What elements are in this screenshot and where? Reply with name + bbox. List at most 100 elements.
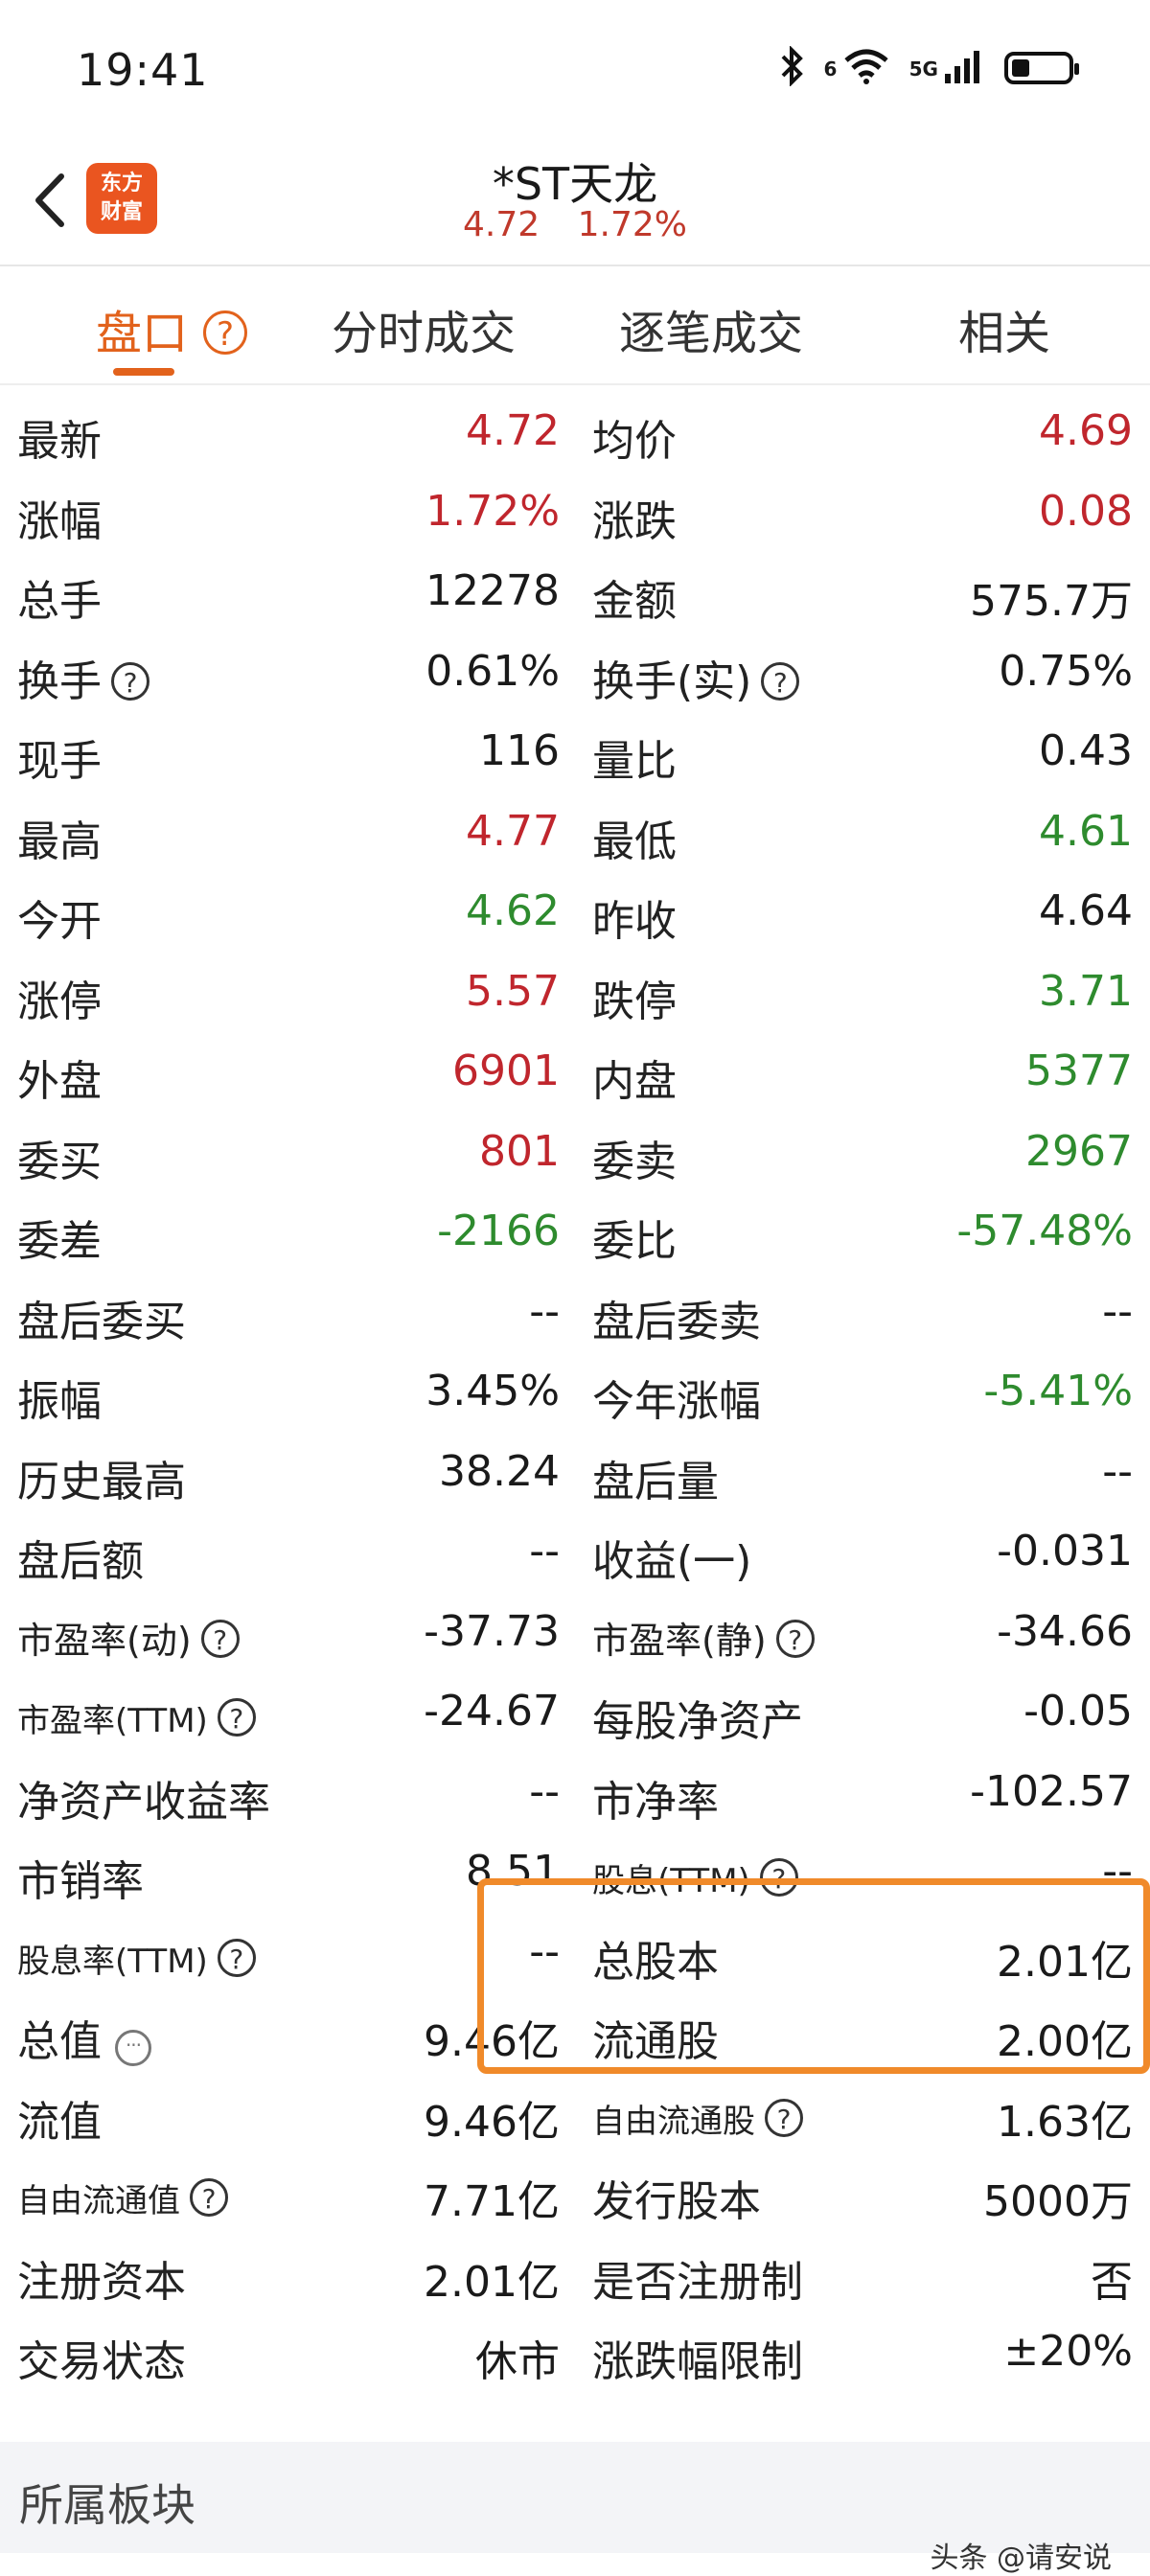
quote-value: 4.72 [466, 406, 560, 455]
quote-label: 委买 [17, 1137, 102, 1186]
quote-label: 委比 [592, 1217, 677, 1266]
quote-label: 净资产收益率 [17, 1777, 270, 1827]
quote-row: 最新 4.72 均价 4.69 [0, 391, 1150, 472]
quote-value: -102.57 [970, 1766, 1133, 1816]
quote-label-with-help: 市盈率(动)? [17, 1611, 240, 1664]
quote-value: 6901 [452, 1046, 560, 1095]
quote-value: ±20% [1003, 2327, 1133, 2376]
quote-value: 2.01亿 [424, 2257, 560, 2307]
quote-value: 801 [479, 1126, 560, 1176]
quote-row: 现手 116 量比 0.43 [0, 711, 1150, 792]
quote-value: 12278 [426, 566, 560, 615]
quote-row: 最高 4.77 最低 4.61 [0, 792, 1150, 872]
quote-label: 委卖 [592, 1137, 677, 1186]
quote-label-with-help: 股息率(TTM)? [17, 1935, 256, 1982]
quote-label: 历史最高 [17, 1457, 186, 1506]
quote-value: 4.62 [466, 886, 560, 935]
quote-label: 最低 [592, 816, 677, 866]
tab-pankou[interactable]: 盘口? [96, 295, 248, 362]
network-label: 5G [908, 57, 938, 80]
quote-row: 流值 9.46亿 自由流通股? 1.63亿 [0, 2072, 1150, 2152]
quote-row: 注册资本 2.01亿 是否注册制 否 [0, 2232, 1150, 2312]
quote-row: 涨停 5.57 跌停 3.71 [0, 952, 1150, 1032]
quote-label: 均价 [592, 417, 677, 466]
quote-label: 换手(实) [592, 656, 752, 706]
quote-value: 1.63亿 [997, 2097, 1133, 2147]
quote-value: -- [529, 1286, 560, 1336]
sector-section[interactable]: 所属板块 头条 @请安说 [0, 2442, 1150, 2575]
help-icon[interactable]: ? [111, 661, 150, 701]
quote-label-with-help: 市盈率(TTM)? [17, 1694, 256, 1741]
status-icons: 6 5G [780, 45, 1079, 90]
quote-label-with-help: 换手? [17, 647, 150, 708]
help-icon[interactable]: ? [761, 661, 800, 701]
quote-row: 历史最高 38.24 盘后量 -- [0, 1432, 1150, 1512]
quote-value: 3.71 [1039, 966, 1133, 1016]
quote-row: 市盈率(动)? -37.73 市盈率(静)? -34.66 [0, 1592, 1150, 1672]
quote-label: 注册资本 [17, 2257, 186, 2307]
stock-price: 4.72 [463, 205, 540, 244]
quote-value: 4.61 [1039, 806, 1133, 856]
quote-row: 涨幅 1.72% 涨跌 0.08 [0, 472, 1150, 552]
quote-label: 跌停 [592, 977, 677, 1026]
tab-tick-by-tick[interactable]: 逐笔成交 [619, 295, 803, 362]
quote-label-with-help: 换手(实)? [592, 647, 800, 708]
wifi-icon: 6 [824, 47, 890, 90]
quote-label-with-help: 自由流通值? [17, 2174, 228, 2221]
quote-value: -37.73 [424, 1606, 560, 1656]
quote-label: 昨收 [592, 897, 677, 946]
quote-label: 外盘 [17, 1057, 102, 1106]
quote-label: 市销率 [17, 1857, 144, 1906]
tab-related[interactable]: 相关 [958, 295, 1050, 362]
quote-value: 0.75% [999, 646, 1133, 696]
quote-row: 振幅 3.45% 今年涨幅 -5.41% [0, 1351, 1150, 1432]
quote-value: -34.66 [997, 1606, 1133, 1656]
tab-time-sharing[interactable]: 分时成交 [332, 295, 516, 362]
quote-label: 金额 [592, 577, 677, 626]
quote-row: 盘后额 -- 收益(一) -0.031 [0, 1511, 1150, 1592]
quote-label: 盘后额 [17, 1537, 144, 1586]
quote-row: 委买 801 委卖 2967 [0, 1112, 1150, 1192]
quote-label-with-help: 自由流通股? [592, 2095, 803, 2142]
help-icon[interactable]: ? [203, 310, 248, 355]
quote-label: 振幅 [17, 1377, 102, 1426]
bluetooth-icon [780, 45, 805, 90]
help-icon[interactable]: ? [217, 1698, 256, 1736]
quote-label: 自由流通股 [592, 2102, 755, 2141]
quote-value: -- [529, 1766, 560, 1816]
quote-label: 是否注册制 [592, 2257, 803, 2307]
watermark: 头条 @请安说 [930, 2542, 1112, 2575]
quote-label: 换手 [17, 656, 102, 706]
quote-label: 今年涨幅 [592, 1377, 761, 1426]
help-icon[interactable]: ? [765, 2098, 803, 2137]
quote-label: 盘后委卖 [592, 1297, 761, 1346]
quote-label: 发行股本 [592, 2177, 761, 2226]
quote-label: 市盈率(TTM) [17, 1702, 208, 1740]
quote-label: 总手 [17, 577, 102, 626]
quote-value: 5000万 [983, 2177, 1133, 2226]
quote-row: 交易状态 休市 涨跌幅限制 ±20% [0, 2312, 1150, 2392]
quote-label: 市盈率(动) [17, 1619, 192, 1662]
quote-value: -2166 [437, 1207, 560, 1255]
quote-value: 4.69 [1039, 406, 1133, 455]
status-bar: 19:41 6 5G [0, 0, 1150, 144]
quote-value: 116 [479, 726, 560, 775]
quote-label: 每股净资产 [592, 1697, 803, 1746]
battery-icon [1004, 52, 1079, 84]
quote-value: 5.57 [466, 966, 560, 1016]
quote-value: -0.05 [1024, 1687, 1133, 1736]
stock-header: 东方 财富 *ST天龙 4.72 1.72% [0, 144, 1150, 264]
quote-label: 涨跌 [592, 496, 677, 546]
quote-label: 涨停 [17, 977, 102, 1026]
signal-icon: 5G [909, 47, 985, 90]
help-icon[interactable]: ? [200, 1619, 240, 1658]
more-options-icon[interactable]: ··· [115, 2030, 151, 2066]
annotation-highlight-box [477, 1878, 1150, 2074]
stock-quote: 4.72 1.72% [0, 205, 1150, 244]
help-icon[interactable]: ? [775, 1619, 815, 1658]
quote-label: 交易状态 [17, 2337, 186, 2386]
help-icon[interactable]: ? [190, 2178, 228, 2217]
quote-value: 0.43 [1039, 726, 1133, 775]
quote-label: 市盈率(静) [592, 1619, 767, 1662]
help-icon[interactable]: ? [217, 1938, 256, 1977]
